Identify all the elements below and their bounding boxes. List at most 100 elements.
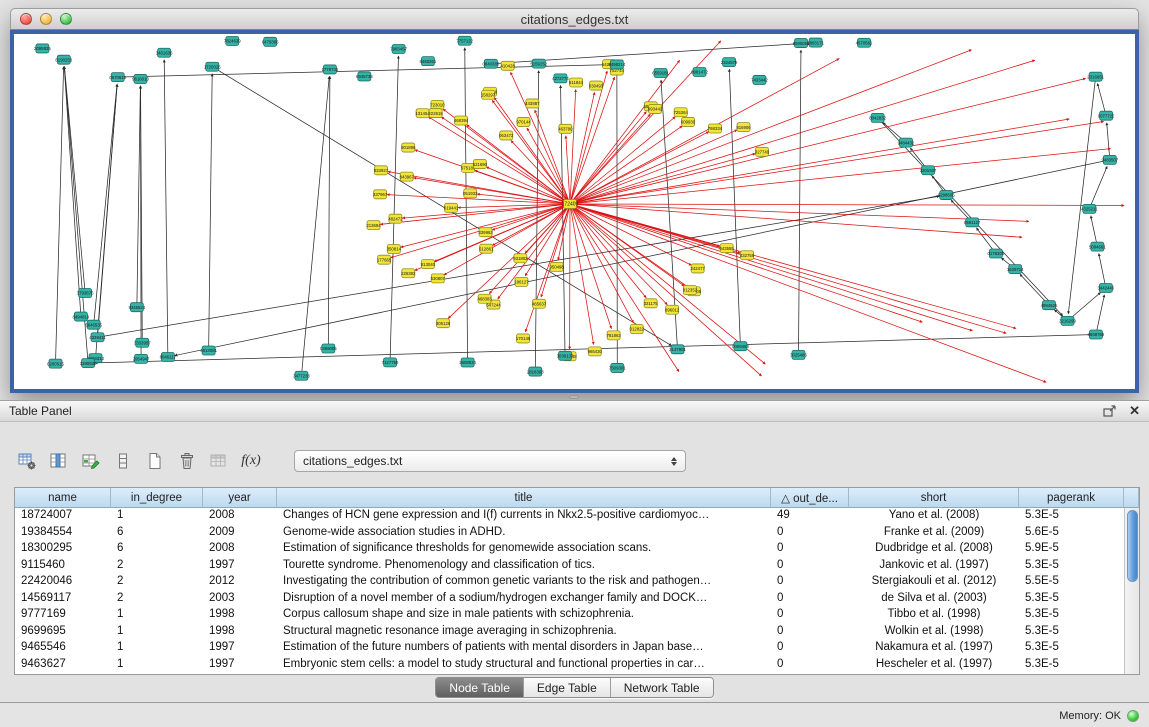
graph-node[interactable]: 2818398: [527, 367, 544, 376]
delete-icon[interactable]: [174, 448, 200, 474]
graph-node[interactable]: 2316651: [1087, 72, 1104, 81]
graph-node[interactable]: 327749: [755, 147, 770, 156]
graph-node[interactable]: 1629714: [1007, 265, 1024, 274]
graph-node[interactable]: 609930: [681, 117, 696, 126]
graph-node[interactable]: 725364: [674, 108, 689, 117]
table-row[interactable]: 946362711997Embryonic stem cells: a mode…: [15, 657, 1139, 674]
graph-node[interactable]: 4570561: [856, 38, 873, 47]
graph-node[interactable]: 896012: [665, 305, 680, 314]
graph-node[interactable]: 158297: [481, 90, 496, 99]
column-header-pagerank[interactable]: pagerank: [1019, 488, 1124, 508]
graph-node[interactable]: 4613081: [200, 346, 217, 355]
graph-node[interactable]: 196127: [514, 277, 529, 286]
graph-node[interactable]: 511844: [569, 78, 584, 87]
graph-node[interactable]: 339963: [478, 228, 493, 237]
zoom-window-button[interactable]: [60, 13, 72, 25]
graph-node[interactable]: 468383: [477, 294, 492, 303]
graph-node[interactable]: 2893171: [807, 38, 824, 47]
graph-node[interactable]: 8494819: [73, 312, 90, 321]
select-columns-icon[interactable]: [46, 448, 72, 474]
column-header-out_degree[interactable]: △ out_de...: [771, 488, 849, 508]
graph-node[interactable]: 631802: [513, 254, 528, 263]
graph-node[interactable]: 3025486: [790, 350, 807, 359]
table-settings-icon[interactable]: [14, 448, 40, 474]
graph-node[interactable]: 222618: [428, 109, 443, 118]
close-panel-icon[interactable]: ✕: [1129, 403, 1140, 419]
graph-node[interactable]: 5646535: [85, 320, 102, 329]
graph-node[interactable]: 2954947: [133, 354, 150, 363]
graph-node[interactable]: 3333957: [134, 338, 151, 347]
graph-node[interactable]: 012822: [630, 325, 645, 334]
graph-node[interactable]: 468394: [454, 116, 469, 125]
table-row[interactable]: 969969511998Structural magnetic resonanc…: [15, 624, 1139, 641]
graph-node[interactable]: 7983457: [390, 45, 407, 54]
graph-node[interactable]: 7757122: [456, 36, 473, 45]
table-row[interactable]: 946554611997Estimation of the future num…: [15, 640, 1139, 657]
new-file-icon[interactable]: [142, 448, 168, 474]
graph-node[interactable]: 7127759: [382, 358, 399, 367]
graph-node[interactable]: 8945738: [356, 72, 373, 81]
graph-node[interactable]: 213694: [366, 221, 381, 230]
graph-node[interactable]: 2608926: [459, 358, 476, 367]
table-vertical-scrollbar[interactable]: [1124, 508, 1139, 674]
column-header-short[interactable]: short: [849, 488, 1019, 508]
graph-node[interactable]: 965430: [588, 347, 603, 356]
graph-node[interactable]: 6200515: [47, 359, 64, 368]
graph-node[interactable]: 3280938: [80, 359, 97, 368]
graph-node[interactable]: 8046117: [160, 353, 177, 362]
graph-node[interactable]: 305126: [436, 319, 451, 328]
float-panel-icon[interactable]: [1103, 405, 1117, 418]
graph-node[interactable]: 913040: [421, 260, 436, 269]
graph-node[interactable]: 432759: [740, 251, 755, 260]
graph-node[interactable]: 950498: [549, 262, 564, 271]
graph-node[interactable]: 8498214: [608, 60, 625, 69]
graph-node[interactable]: 4325211: [1081, 204, 1098, 213]
table-row[interactable]: 2242004622012Investigating the contribut…: [15, 574, 1139, 591]
graph-node[interactable]: 3201937: [920, 166, 937, 175]
graph-node[interactable]: 030493: [589, 81, 604, 90]
table-row[interactable]: 1456911722003Disruption of a novel membe…: [15, 591, 1139, 608]
graph-node[interactable]: 8460261: [420, 57, 437, 66]
graph-node[interactable]: 0570915: [109, 73, 126, 82]
graph-node[interactable]: 619441: [444, 203, 459, 212]
graph-node[interactable]: 4272774: [552, 74, 569, 83]
graph-node[interactable]: 723010: [430, 100, 445, 109]
column-header-in_degree[interactable]: in_degree: [111, 488, 203, 508]
graph-node[interactable]: 0077722: [1098, 111, 1115, 120]
graph-node[interactable]: 7433442: [751, 75, 768, 84]
graph-node[interactable]: 0369005: [320, 344, 337, 353]
graph-node[interactable]: 063472: [499, 131, 514, 140]
graph-node[interactable]: 3793876: [77, 289, 94, 298]
graph-node[interactable]: 5084661: [1089, 242, 1106, 251]
graph-node[interactable]: 350814: [387, 245, 402, 254]
graph-node[interactable]: 512861: [479, 244, 494, 253]
graph-node[interactable]: 321175: [644, 299, 659, 308]
graph-node[interactable]: 3477238: [293, 371, 310, 380]
graph-node[interactable]: 9298605: [938, 191, 955, 200]
table-row[interactable]: 977716911998Corpus callosum shape and si…: [15, 607, 1139, 624]
graph-node[interactable]: 801896: [401, 143, 416, 152]
graph-node[interactable]: 3442446: [1097, 283, 1114, 292]
tab-node-table[interactable]: Node Table: [436, 678, 524, 697]
table-row[interactable]: 911546021997Tourette syndrome. Phenomeno…: [15, 558, 1139, 575]
graph-node[interactable]: 9981472: [691, 67, 708, 76]
graph-node[interactable]: 8591127: [964, 218, 981, 227]
column-header-title[interactable]: title: [277, 488, 771, 508]
network-canvas[interactable]: 6435554327592424771728050123528960123211…: [14, 34, 1135, 389]
graph-node[interactable]: 768334: [708, 124, 723, 133]
close-window-button[interactable]: [20, 13, 32, 25]
graph-node[interactable]: 0840380: [483, 59, 500, 68]
graph-node[interactable]: 3668769: [1088, 330, 1105, 339]
minimize-window-button[interactable]: [40, 13, 52, 25]
graph-node[interactable]: 0009463: [732, 342, 749, 351]
table-row[interactable]: 1938455462009Genome-wide association stu…: [15, 525, 1139, 542]
graph-node[interactable]: 3216299: [1059, 316, 1076, 325]
tab-edge-table[interactable]: Edge Table: [524, 678, 611, 697]
graph-node[interactable]: 530807: [431, 274, 446, 283]
graph-node[interactable]: 337967: [373, 190, 388, 199]
graph-node[interactable]: 9484432: [898, 138, 915, 147]
graph-node[interactable]: 0178305: [988, 249, 1005, 258]
graph-node[interactable]: 2095825: [34, 44, 51, 53]
graph-node[interactable]: 6479386: [262, 37, 279, 46]
edit-column-icon[interactable]: [78, 448, 104, 474]
